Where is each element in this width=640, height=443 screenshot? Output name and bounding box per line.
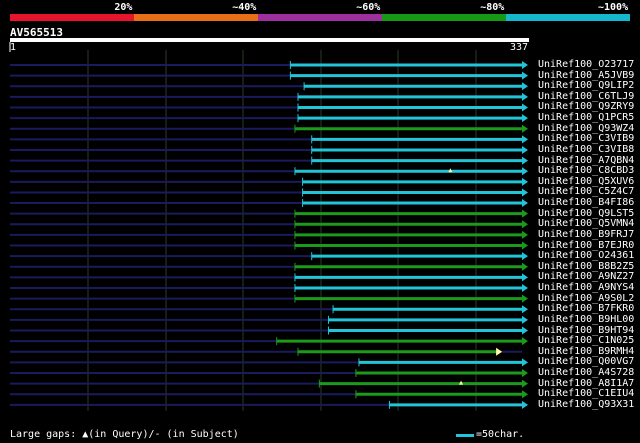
hit-label[interactable]: UniRef100_B9HT94	[538, 325, 634, 336]
query-end-label: 337	[510, 42, 529, 53]
hit-label[interactable]: UniRef100_A9NYS4	[538, 282, 634, 293]
scale-bar	[456, 434, 474, 437]
hit-label[interactable]: UniRef100_C8CBD3	[538, 165, 634, 176]
query-start-label: 1	[10, 42, 17, 53]
hit-arrow-head	[522, 252, 528, 261]
hit-arrow-head	[522, 368, 528, 377]
hit-arrow-head	[522, 135, 528, 144]
hit-label[interactable]: UniRef100_B9RMH4	[538, 346, 634, 357]
hit-arrow-head	[522, 82, 528, 91]
query-bar	[10, 38, 529, 42]
hit-label[interactable]: UniRef100_A5JVB9	[538, 70, 634, 81]
hit-label[interactable]: UniRef100_Q5VMN4	[538, 218, 634, 229]
hit-arrow-head	[522, 71, 528, 80]
hit-label[interactable]: UniRef100_C1N025	[538, 335, 634, 346]
legend-segment	[10, 14, 134, 21]
hit-label[interactable]: UniRef100_B4FI86	[538, 197, 634, 208]
hit-arrow-head	[522, 400, 528, 409]
hit-arrow-head	[522, 188, 528, 197]
hit-arrow-head	[522, 358, 528, 367]
hit-label[interactable]: UniRef100_Q9LIP2	[538, 80, 634, 91]
hit-arrow-head	[522, 177, 528, 186]
hit-label[interactable]: UniRef100_C3VIB9	[538, 133, 634, 144]
hit-arrow-head	[522, 315, 528, 324]
legend-label: ~80%	[480, 2, 505, 13]
legend-label: ~40%	[232, 2, 257, 13]
legend-label: ~60%	[356, 2, 381, 13]
hit-arrow-head	[522, 156, 528, 165]
hit-arrow-head	[522, 61, 528, 69]
hit-arrow-head	[522, 337, 528, 346]
hit-arrow-head	[522, 230, 528, 239]
hit-arrow-head	[522, 305, 528, 314]
hit-arrow-head	[522, 220, 528, 229]
hit-arrow-head	[522, 103, 528, 112]
hit-arrow-head	[522, 284, 528, 293]
hit-arrow-head	[522, 294, 528, 303]
legend-label: ~100%	[598, 2, 629, 13]
legend-segment	[506, 14, 630, 21]
legend-segment	[382, 14, 506, 21]
hit-label[interactable]: UniRef100_Q5XUV6	[538, 176, 634, 187]
hit-label[interactable]: UniRef100_O23717	[538, 59, 634, 70]
hit-arrow-head	[522, 114, 528, 123]
legend-segment	[134, 14, 258, 21]
hit-label[interactable]: UniRef100_Q9LST5	[538, 208, 634, 219]
hit-label[interactable]: UniRef100_A8I1A7	[538, 378, 634, 389]
hit-arrow-head	[522, 92, 528, 101]
hit-label[interactable]: UniRef100_B9FRJ7	[538, 229, 634, 240]
hit-label[interactable]: UniRef100_B7EJR0	[538, 240, 634, 251]
hit-label[interactable]: UniRef100_C1EIU4	[538, 388, 634, 399]
hit-arrow-head	[522, 379, 528, 388]
hit-label[interactable]: UniRef100_A4S728	[538, 367, 634, 378]
hit-label[interactable]: UniRef100_B7FKR0	[538, 303, 634, 314]
hit-arrow-head	[522, 145, 528, 154]
hit-arrow-head	[522, 209, 528, 218]
hit-label[interactable]: UniRef100_B9HL00	[538, 314, 634, 325]
hit-arrow-head	[522, 167, 528, 176]
hit-label[interactable]: UniRef100_B8B2Z5	[538, 261, 634, 272]
hit-label[interactable]: UniRef100_Q00VG7	[538, 356, 634, 367]
hit-arrow-head	[496, 347, 503, 356]
hit-arrow-head	[522, 273, 528, 282]
hit-label[interactable]: UniRef100_C5Z4C7	[538, 186, 634, 197]
hit-label[interactable]: UniRef100_A9NZ27	[538, 271, 634, 282]
hit-label[interactable]: UniRef100_C6TLJ9	[538, 91, 634, 102]
scale-label: =50char.	[476, 429, 525, 440]
hit-arrow-head	[522, 326, 528, 335]
hit-label[interactable]: UniRef100_Q9ZRY9	[538, 101, 634, 112]
hit-label[interactable]: UniRef100_A9S0L2	[538, 293, 634, 304]
hit-label[interactable]: UniRef100_O24361	[538, 250, 634, 261]
hit-arrow-head	[522, 124, 528, 133]
hit-label[interactable]: UniRef100_Q93WZ4	[538, 123, 634, 134]
hit-arrow-head	[522, 199, 528, 208]
legend-label: 20%	[114, 2, 133, 13]
hit-label[interactable]: UniRef100_Q1PCR5	[538, 112, 634, 123]
hit-label[interactable]: UniRef100_A7QBN4	[538, 155, 634, 166]
gap-legend: Large gaps: ▲(in Query)/- (in Subject)	[10, 429, 239, 440]
hit-arrow-head	[522, 390, 528, 399]
hit-label[interactable]: UniRef100_C3VIB8	[538, 144, 634, 155]
hit-arrow-head	[522, 241, 528, 250]
legend-segment	[258, 14, 382, 21]
hit-label[interactable]: UniRef100_Q93X31	[538, 399, 634, 410]
hit-arrow-head	[522, 262, 528, 271]
